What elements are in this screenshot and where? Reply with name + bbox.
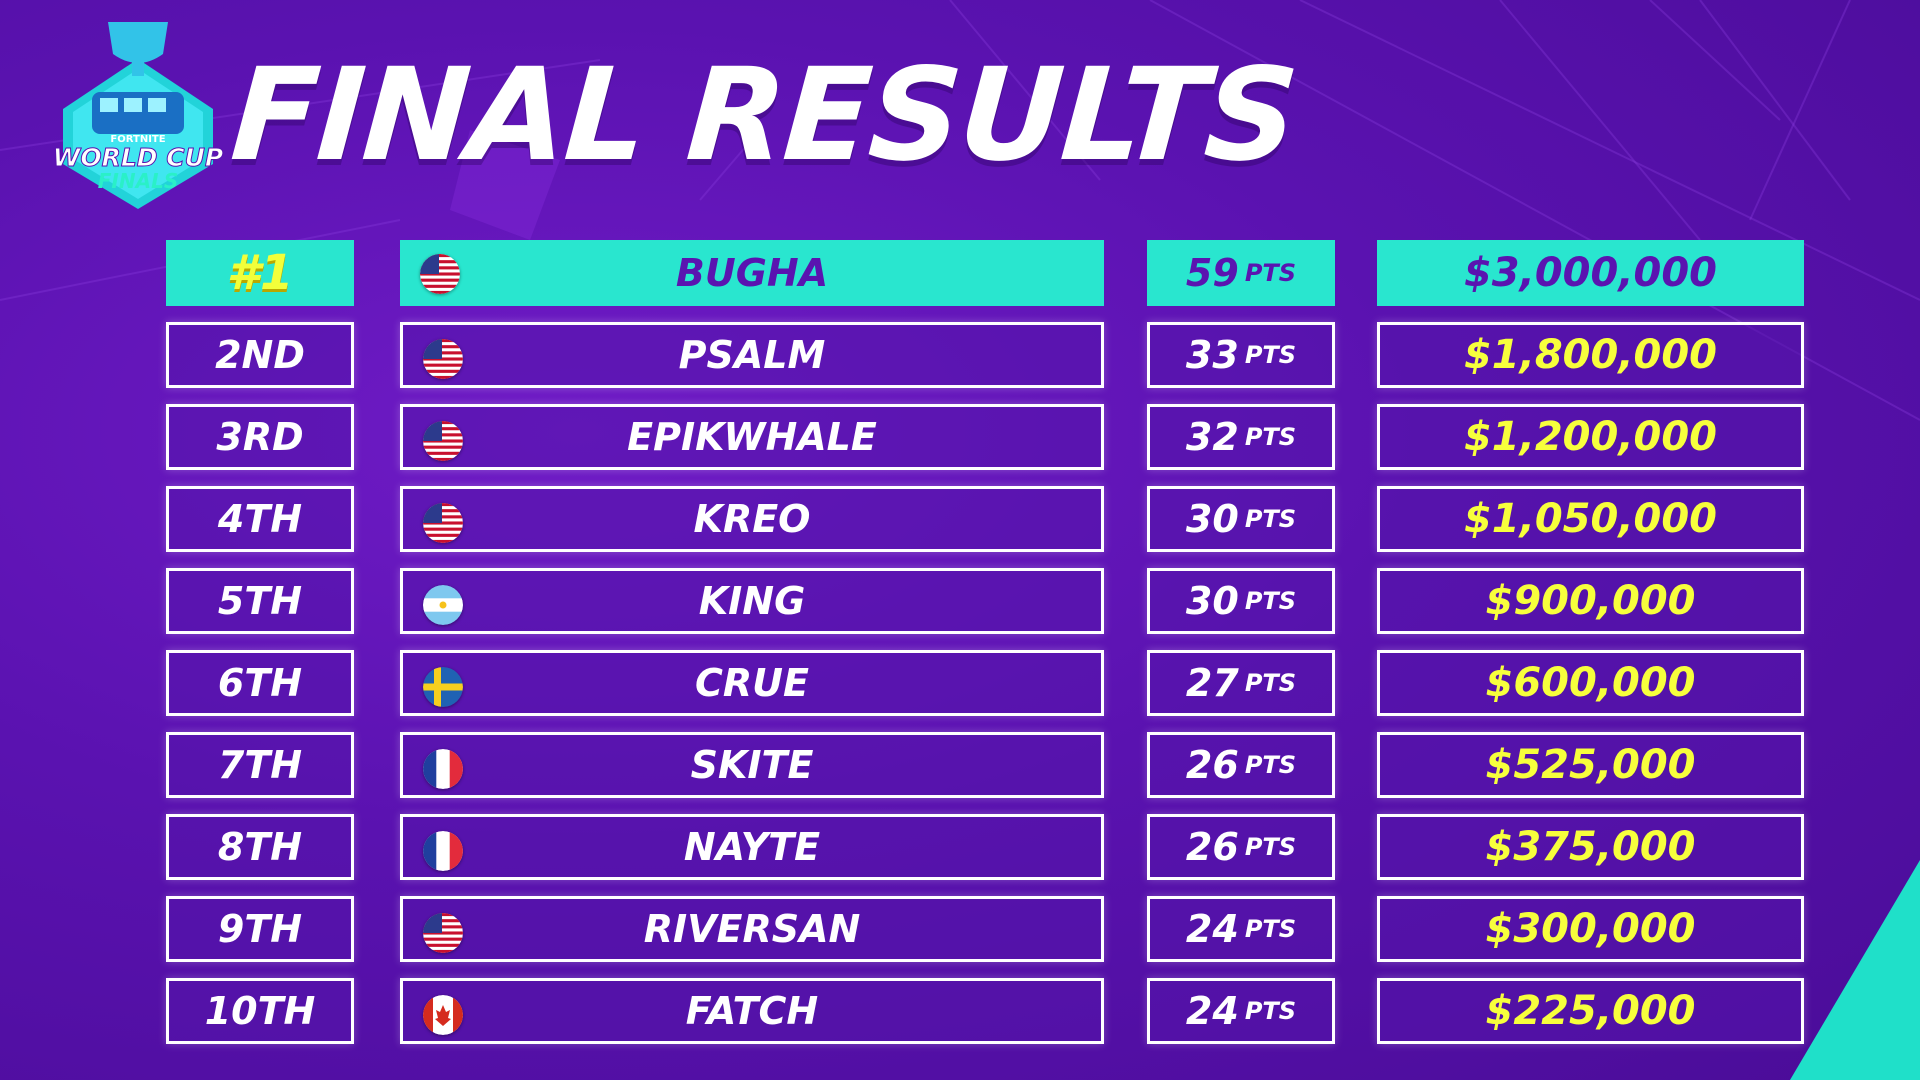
prize-cell: $525,000 [1377,732,1804,798]
france-flag-icon [423,831,463,871]
points-unit: PTS [1244,997,1297,1025]
us-flag-icon [423,913,463,953]
points-value: 32 [1185,415,1239,459]
points-cell: 33 PTS [1147,322,1335,388]
player-name: RIVERSAN [643,907,861,951]
prize-cell: $1,800,000 [1377,322,1804,388]
result-row: #1 BUGHA 59 PTS $3,000,000 [166,240,1804,306]
points-cell: 32 PTS [1147,404,1335,470]
rank-cell: 8TH [166,814,354,880]
france-flag-icon [423,749,463,789]
player-name: SKITE [690,743,814,787]
points-unit: PTS [1244,833,1297,861]
player-cell: CRUE [400,650,1104,716]
player-name: KREO [693,497,811,541]
logo-line2: FINALS [98,169,178,193]
player-cell: PSALM [400,322,1104,388]
points-cell: 24 PTS [1147,896,1335,962]
rank-cell: 6TH [166,650,354,716]
player-name: PSALM [678,333,826,377]
result-row: 9TH RIVERSAN 24 PTS $300,000 [166,896,1804,962]
us-flag-icon [420,254,460,294]
prize-cell: $1,200,000 [1377,404,1804,470]
page-title: FINAL RESULTS [226,41,1301,190]
us-flag-icon [423,421,463,461]
player-cell: BUGHA [400,240,1104,306]
points-unit: PTS [1244,915,1297,943]
player-cell: FATCH [400,978,1104,1044]
result-row: 2ND PSALM 33 PTS $1,800,000 [166,322,1804,388]
points-value: 26 [1185,825,1239,869]
player-name: FATCH [685,989,819,1033]
rank-cell: 3RD [166,404,354,470]
rank-cell: 10TH [166,978,354,1044]
points-value: 33 [1185,333,1239,377]
rank-cell: 4TH [166,486,354,552]
rank-cell: 2ND [166,322,354,388]
prize-cell: $225,000 [1377,978,1804,1044]
player-cell: SKITE [400,732,1104,798]
points-unit: PTS [1244,505,1297,533]
player-cell: NAYTE [400,814,1104,880]
world-cup-logo: FORTNITE WORLD CUP FINALS [52,22,224,209]
result-row: 4TH KREO 30 PTS $1,050,000 [166,486,1804,552]
prize-cell: $300,000 [1377,896,1804,962]
result-row: 5TH KING 30 PTS $900,000 [166,568,1804,634]
points-value: 27 [1185,661,1239,705]
us-flag-icon [423,339,463,379]
logo-line1: WORLD CUP [53,143,223,172]
player-name: NAYTE [683,825,821,869]
player-cell: KING [400,568,1104,634]
points-value: 24 [1185,907,1239,951]
canada-flag-icon [423,995,463,1035]
result-row: 6TH CRUE 27 PTS $600,000 [166,650,1804,716]
player-name: KING [698,579,806,623]
points-cell: 30 PTS [1147,486,1335,552]
points-value: 59 [1185,251,1239,295]
player-cell: EPIKWHALE [400,404,1104,470]
corner-accent [1790,860,1920,1080]
rank-cell: 9TH [166,896,354,962]
player-cell: RIVERSAN [400,896,1104,962]
points-value: 26 [1185,743,1239,787]
points-cell: 24 PTS [1147,978,1335,1044]
points-cell: 26 PTS [1147,732,1335,798]
points-unit: PTS [1244,259,1297,287]
points-unit: PTS [1244,669,1297,697]
points-cell: 30 PTS [1147,568,1335,634]
points-value: 24 [1185,989,1239,1033]
player-name: CRUE [695,661,809,705]
points-unit: PTS [1244,423,1297,451]
points-cell: 26 PTS [1147,814,1335,880]
player-name: BUGHA [675,251,829,295]
prize-cell: $375,000 [1377,814,1804,880]
player-name: EPIKWHALE [627,415,877,459]
result-row: 8TH NAYTE 26 PTS $375,000 [166,814,1804,880]
rank-cell: #1 [166,240,354,306]
prize-cell: $3,000,000 [1377,240,1804,306]
points-unit: PTS [1244,587,1297,615]
points-cell: 59 PTS [1147,240,1335,306]
rank-cell: 7TH [166,732,354,798]
prize-cell: $1,050,000 [1377,486,1804,552]
points-unit: PTS [1244,751,1297,779]
prize-cell: $600,000 [1377,650,1804,716]
result-row: 10TH FATCH 24 PTS $225,000 [166,978,1804,1044]
argentina-flag-icon [423,585,463,625]
us-flag-icon [423,503,463,543]
sweden-flag-icon [423,667,463,707]
prize-cell: $900,000 [1377,568,1804,634]
points-value: 30 [1185,497,1239,541]
result-row: 3RD EPIKWHALE 32 PTS $1,200,000 [166,404,1804,470]
rank-cell: 5TH [166,568,354,634]
points-cell: 27 PTS [1147,650,1335,716]
player-cell: KREO [400,486,1104,552]
result-row: 7TH SKITE 26 PTS $525,000 [166,732,1804,798]
points-unit: PTS [1244,341,1297,369]
points-value: 30 [1185,579,1239,623]
